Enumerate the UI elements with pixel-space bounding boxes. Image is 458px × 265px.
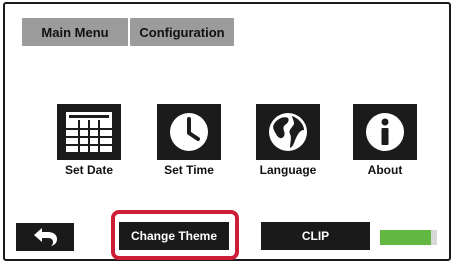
set-date-button[interactable] xyxy=(57,104,121,160)
clip-button[interactable]: CLIP xyxy=(261,222,370,250)
language-button[interactable] xyxy=(256,104,320,160)
change-theme-button[interactable]: Change Theme xyxy=(119,222,229,250)
back-button[interactable] xyxy=(16,223,74,251)
tab-main-menu[interactable]: Main Menu xyxy=(22,18,128,46)
tab-configuration[interactable]: Configuration xyxy=(130,18,234,46)
set-time-label: Set Time xyxy=(164,163,214,177)
set-date-label: Set Date xyxy=(64,163,114,177)
globe-icon xyxy=(269,113,307,151)
clock-icon xyxy=(170,113,208,151)
calendar-icon xyxy=(66,112,112,152)
level-meter xyxy=(380,230,437,245)
back-arrow-icon xyxy=(34,228,57,246)
level-meter-fill xyxy=(380,230,432,245)
about-button[interactable] xyxy=(353,104,417,160)
about-label: About xyxy=(367,163,403,177)
language-label: Language xyxy=(259,163,317,177)
set-time-button[interactable] xyxy=(157,104,221,160)
info-icon xyxy=(366,113,404,151)
